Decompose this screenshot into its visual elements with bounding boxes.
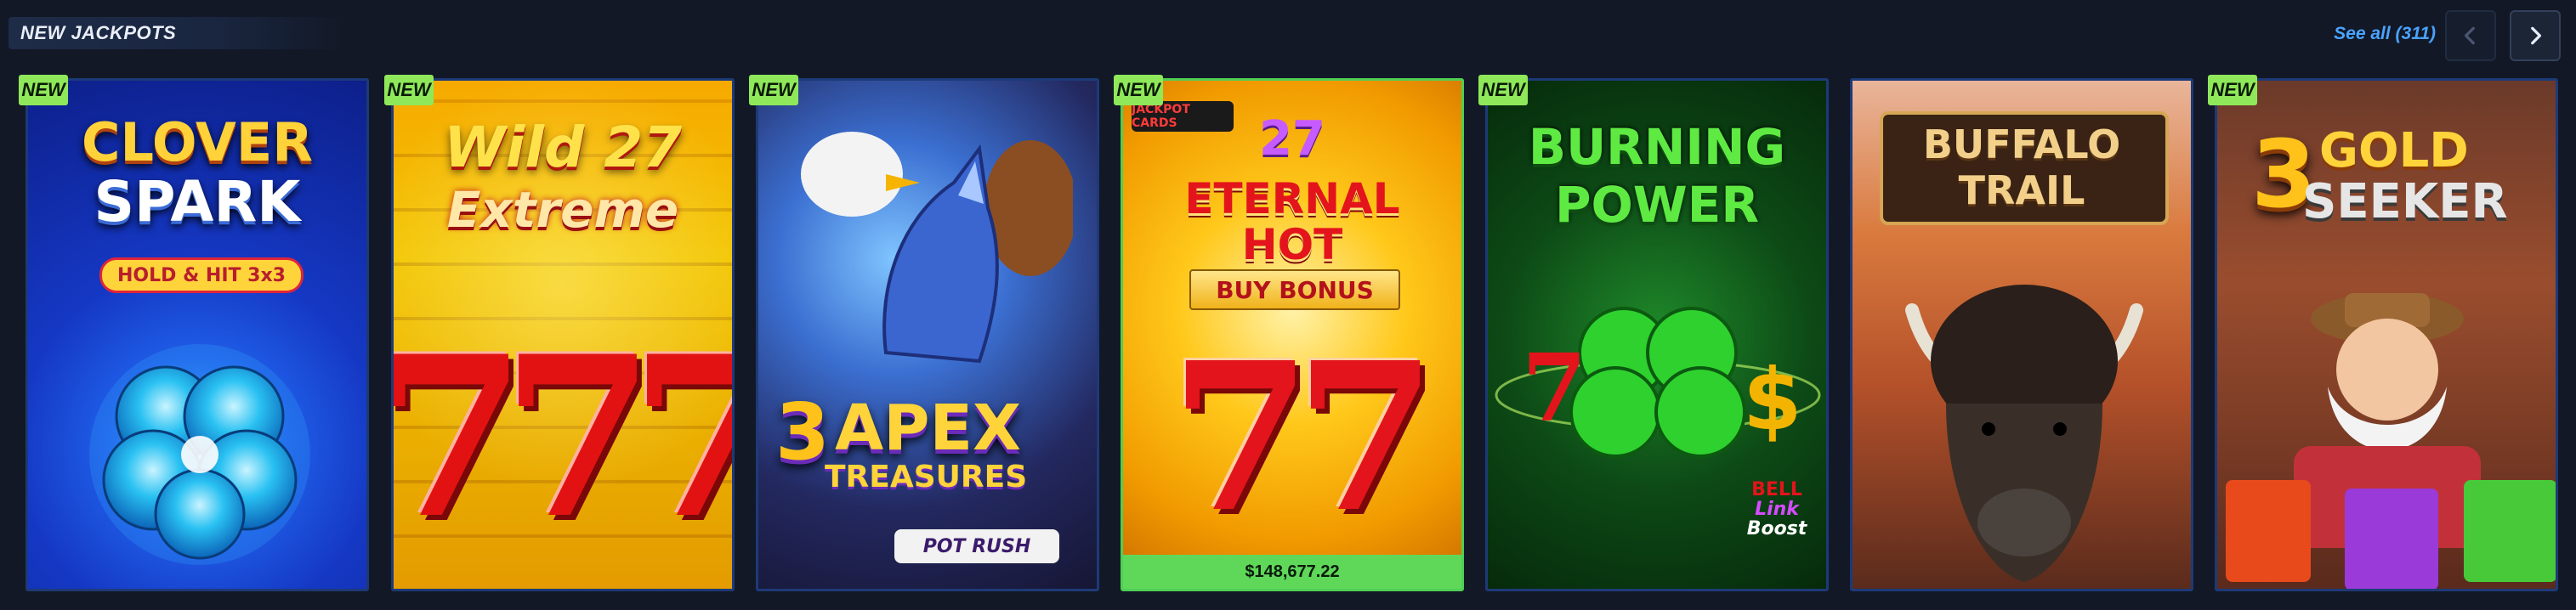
game-title-line2: GOLD (2319, 123, 2469, 178)
game-title-line1: BUFFALO (1922, 121, 2121, 167)
see-all-link[interactable]: See all (311) (2334, 20, 2436, 48)
boost-label: Boost (1746, 518, 1807, 540)
game-title-line1: BURNING (1528, 118, 1786, 176)
game-art: 3 APEX TREASURES POT RUSH (758, 81, 1097, 589)
buy-bonus-label: BUY BONUS (1189, 269, 1400, 310)
game-title-line2: POWER (1554, 176, 1760, 234)
game-art: CLOVER SPARK HOLD & HIT 3x3 (28, 81, 366, 589)
clover-icon (89, 344, 310, 565)
carousel-next-button[interactable] (2510, 10, 2561, 61)
game-subtitle: HOLD & HIT 3x3 (99, 257, 304, 293)
svg-text:$: $ (1743, 350, 1802, 449)
game-card-wild-27-extreme[interactable]: Wild 27 Extreme 777 (391, 78, 735, 591)
buffalo-icon (1905, 285, 2143, 582)
section-title: NEW JACKPOTS (9, 17, 349, 49)
miner-icon (2226, 293, 2556, 589)
carousel-prev-button[interactable] (2445, 10, 2496, 61)
new-badge: NEW (2208, 75, 2257, 105)
wolf-icon (801, 132, 1073, 364)
game-title-line2: APEX (835, 392, 1022, 465)
link-label: Link (1755, 499, 1799, 521)
new-jackpots-section: NEW JACKPOTS See all (311) CLOVER SPARK … (0, 0, 2576, 610)
game-art: JACKPOT CARDS 27 ETERNAL HOT BUY BONUS 7… (1123, 81, 1461, 589)
sevens-icon: 77 (1170, 318, 1437, 557)
game-title-line3: SEEKER (2302, 174, 2508, 229)
svg-text:7: 7 (1522, 333, 1587, 443)
game-title-line2: ETERNAL (1184, 174, 1400, 223)
game-card-27-eternal-hot[interactable]: JACKPOT CARDS 27 ETERNAL HOT BUY BONUS 7… (1121, 78, 1464, 591)
sevens-icon: 777 (394, 308, 735, 568)
section-title-text: NEW JACKPOTS (20, 22, 177, 43)
clover-icon: 7 $ (1495, 307, 1821, 458)
chevron-right-icon (2531, 26, 2542, 45)
game-card-3-apex-treasures[interactable]: 3 APEX TREASURES POT RUSH (756, 78, 1099, 591)
game-card-3-gold-seeker[interactable]: 3 GOLD SEEKER (2215, 78, 2558, 591)
game-art: Wild 27 Extreme 777 (394, 81, 732, 589)
game-art: 3 GOLD SEEKER (2217, 81, 2556, 589)
game-art: BURNING POWER 7 $ BELL Link Boost (1488, 81, 1826, 589)
game-card-buffalo-trail[interactable]: BUFFALO TRAIL (1850, 78, 2193, 591)
bell-label: BELL (1751, 479, 1802, 500)
new-badge: NEW (384, 75, 434, 105)
jackpot-amount: $148,677.22 (1123, 555, 1461, 589)
game-title-line2: SPARK (94, 169, 301, 234)
game-title-line1: CLOVER (82, 111, 313, 173)
new-badge: NEW (19, 75, 68, 105)
game-title-line2: Extreme (446, 181, 679, 239)
game-title-line2: TRAIL (1958, 167, 2085, 213)
game-title-line3: TREASURES (825, 460, 1028, 494)
new-badge: NEW (1478, 75, 1528, 105)
game-card-burning-power[interactable]: BURNING POWER 7 $ BELL Link Boost (1485, 78, 1829, 591)
chevron-left-icon (2464, 26, 2475, 45)
new-badge: NEW (1114, 75, 1163, 105)
game-title-line1: 27 (1259, 111, 1325, 167)
provider-logo: POT RUSH (894, 529, 1059, 563)
game-card-clover-spark[interactable]: CLOVER SPARK HOLD & HIT 3x3 (26, 78, 369, 591)
game-title-line1: Wild 27 (443, 115, 683, 180)
game-title-line3: HOT (1241, 220, 1343, 269)
game-art: BUFFALO TRAIL (1853, 81, 2191, 589)
new-badge: NEW (749, 75, 798, 105)
